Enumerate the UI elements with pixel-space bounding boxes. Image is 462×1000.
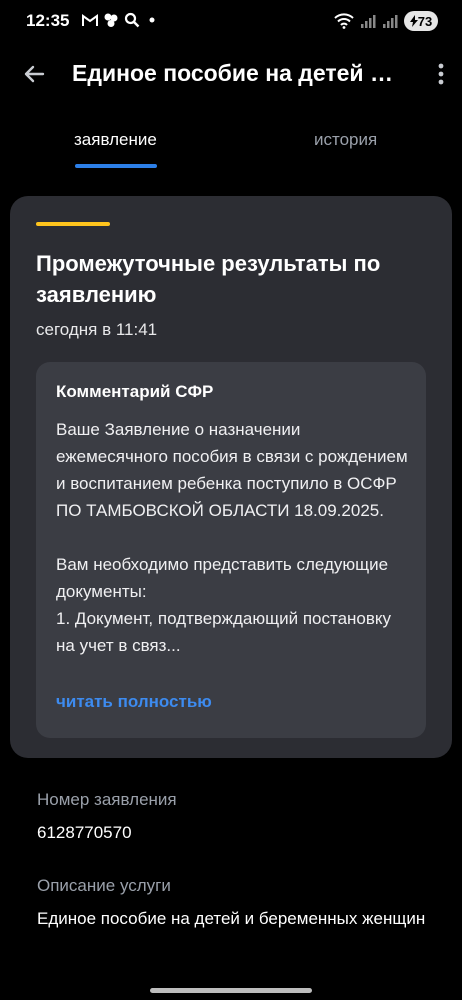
card-accent-bar [36, 222, 110, 226]
dot-icon [149, 17, 155, 23]
battery-indicator: 73 [404, 11, 438, 31]
search-icon [124, 12, 140, 28]
comment-title: Комментарий СФР [56, 382, 214, 401]
app-bar: Единое пособие на детей и беременных жен… [0, 44, 462, 104]
home-indicator[interactable] [150, 988, 312, 993]
system-icons: 73 [334, 11, 438, 31]
wifi-icon [334, 13, 354, 29]
comment-block: Комментарий СФР Ваше Заявление о назначе… [36, 362, 426, 738]
signal-icon [383, 15, 398, 28]
charging-icon [409, 15, 418, 27]
status-card: Промежуточные результаты по заявлению се… [10, 196, 452, 758]
more-vert-icon [438, 63, 444, 85]
service-description-label: Описание услуги [37, 876, 171, 895]
app-icon [104, 13, 118, 27]
comment-text: Ваше Заявление о назначении ежемесячного… [56, 420, 408, 655]
application-number-label: Номер заявления [37, 790, 177, 809]
gmail-icon [82, 13, 98, 26]
page-title: Единое пособие на детей и беременных жен… [72, 60, 407, 86]
card-date: сегодня в 11:41 [36, 320, 158, 339]
card-title: Промежуточные результаты по заявлению [36, 251, 381, 307]
read-more-link[interactable]: читать полностью [56, 692, 212, 712]
back-button[interactable] [16, 56, 52, 92]
arrow-left-icon [24, 65, 45, 83]
service-description-value: Единое пособие на детей и беременных жен… [37, 909, 426, 928]
status-bar: 12:35 73 [0, 0, 462, 44]
more-menu-button[interactable] [434, 58, 448, 90]
status-time: 12:35 [26, 11, 70, 30]
signal-icon [361, 15, 376, 28]
tab-history[interactable]: история [314, 130, 377, 150]
tab-application[interactable]: заявление [74, 130, 157, 150]
notification-icons [82, 12, 157, 28]
tab-indicator [75, 164, 157, 168]
battery-level: 73 [417, 13, 433, 29]
tab-bar: заявление история [0, 118, 462, 172]
application-number-value: 6128770570 [37, 823, 132, 842]
